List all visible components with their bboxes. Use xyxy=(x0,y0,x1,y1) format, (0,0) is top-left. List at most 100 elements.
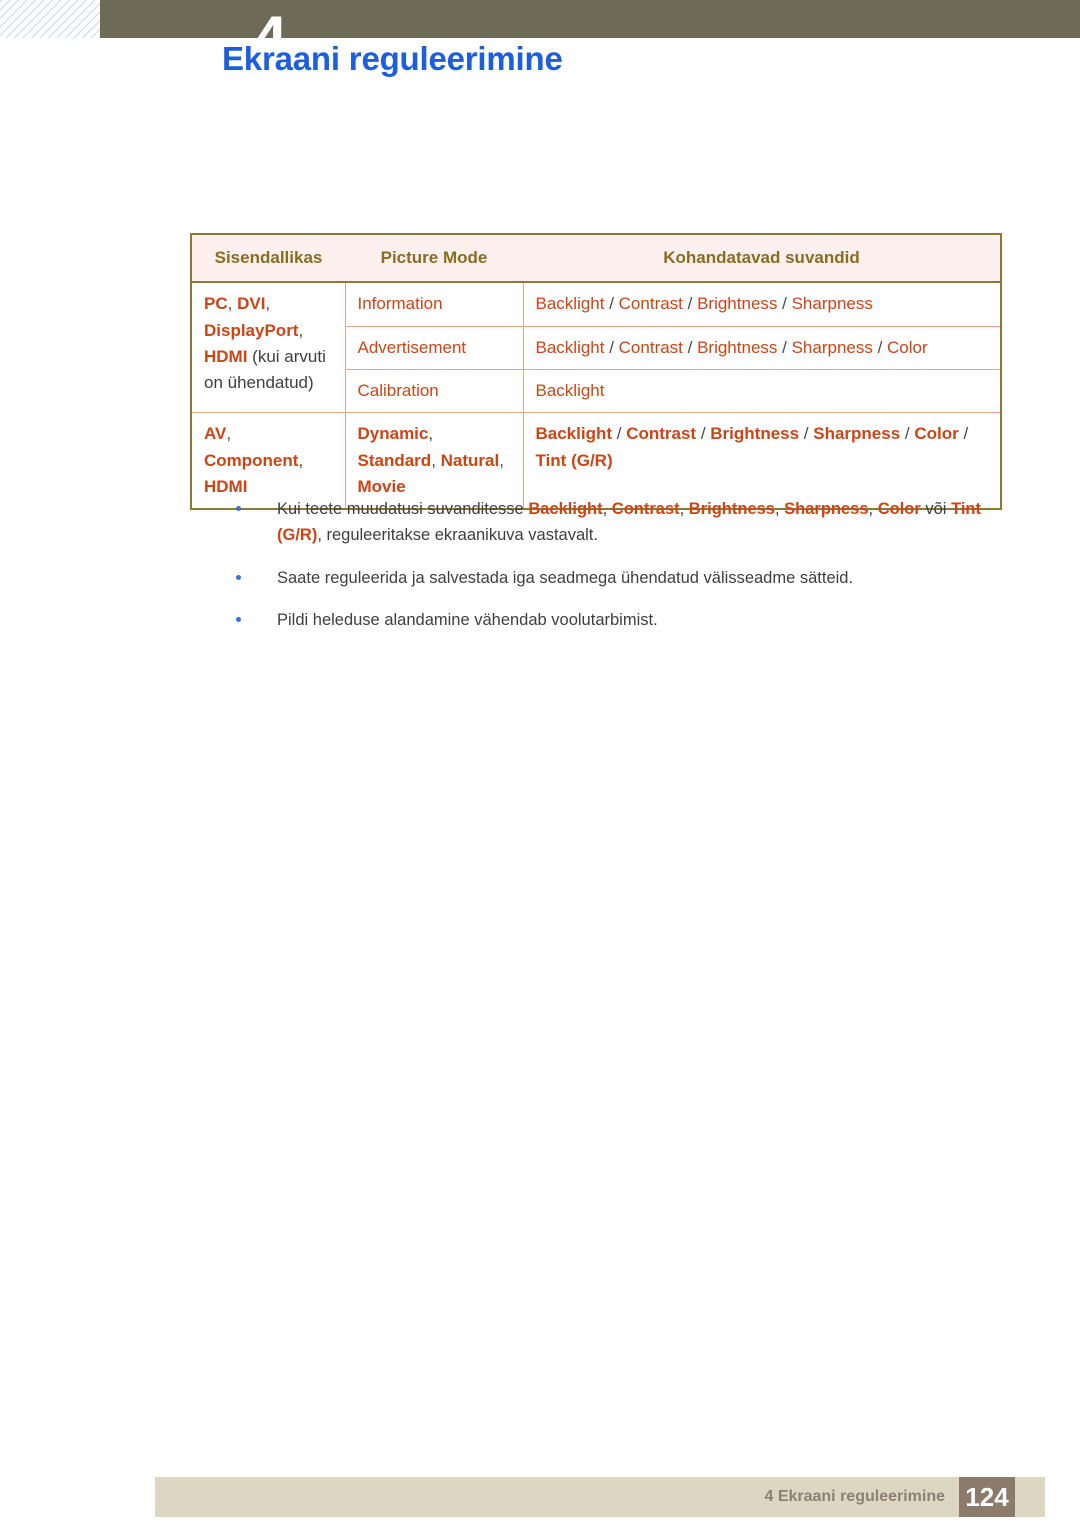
picture-mode-run: Natural xyxy=(440,450,500,470)
note-run: Backlight xyxy=(528,500,603,518)
note-run: , xyxy=(868,500,878,518)
cell-picture-mode: Information xyxy=(345,282,524,327)
input-source-run: , xyxy=(298,450,304,470)
cell-adjustable-options: Backlight / Contrast / Brightness / Shar… xyxy=(523,282,1001,327)
note-run: või xyxy=(920,500,952,518)
input-source-run: , xyxy=(265,294,271,314)
cell-picture-mode: Dynamic, Standard, Natural, Movie xyxy=(345,412,524,510)
chapter-header-band: 4 xyxy=(100,0,1080,38)
note-text: Saate reguleerida ja salvestada iga sead… xyxy=(277,565,1002,591)
picture-mode-run: , xyxy=(499,450,504,470)
note-run: Pildi heleduse alandamine vähendab voolu… xyxy=(277,611,658,630)
adjustable-option-run: Color xyxy=(914,424,959,444)
adjustable-option-run: / xyxy=(604,294,619,314)
cell-input-source: PC, DVI, DisplayPort, HDMI (kui arvuti on ü… xyxy=(191,282,346,414)
footer-band: 4 Ekraani reguleerimine 124 xyxy=(155,1477,1045,1517)
note-run: Contrast xyxy=(611,500,680,518)
bullet-dot-icon xyxy=(236,574,241,580)
chapter-number-text: 4 xyxy=(240,8,300,39)
input-source-run: DVI xyxy=(237,294,266,314)
note-run: Kui teete muudatusi suvanditesse xyxy=(277,500,529,518)
adjustable-option-run: Contrast xyxy=(618,337,683,357)
footer-chapter-label: 4 Ekraani reguleerimine xyxy=(764,1488,945,1505)
adjustable-option-run: Sharpness xyxy=(791,337,873,357)
picture-mode-run: Movie xyxy=(357,477,406,497)
note-run: Brightness xyxy=(688,500,775,518)
note-item: Saate reguleerida ja salvestada iga sead… xyxy=(236,565,1002,591)
adjustable-option-run: / xyxy=(799,424,814,444)
adjustable-option-run: Contrast xyxy=(626,424,697,444)
input-source-run: PC xyxy=(204,294,228,314)
input-source-run: HDMI xyxy=(204,477,248,497)
picture-mode-run: Advertisement xyxy=(357,337,467,357)
adjustable-option-run: / xyxy=(604,337,619,357)
picture-mode-options-table: Sisendallikas Picture Mode Kohandatavad … xyxy=(190,233,1002,511)
input-source-run: DisplayPort xyxy=(204,320,299,340)
adjustable-option-run: Backlight xyxy=(535,424,613,444)
table-body: PC, DVI, DisplayPort, HDMI (kui arvuti on ü… xyxy=(191,282,1001,510)
input-source-run: , xyxy=(298,320,304,340)
adjustable-option-run: / xyxy=(612,424,627,444)
chapter-number: 4 xyxy=(240,0,300,39)
bullet-dot-icon xyxy=(236,617,241,623)
table-row: AV, Component, HDMI Dynamic, Standard, Natu… xyxy=(191,412,1001,510)
cell-picture-mode: Advertisement xyxy=(345,326,524,371)
adjustable-option-run: Brightness xyxy=(710,424,800,444)
input-source-run: , xyxy=(226,424,232,444)
adjustable-option-run: Color xyxy=(887,337,928,357)
adjustable-option-run: / xyxy=(777,337,792,357)
decorative-hatch-pattern xyxy=(0,0,100,38)
adjustable-option-run: / xyxy=(682,337,698,357)
adjustable-option-run: Contrast xyxy=(618,294,683,314)
picture-mode-run: Dynamic xyxy=(357,424,429,444)
picture-mode-run: , xyxy=(428,424,434,444)
adjustable-option-run: / xyxy=(682,294,698,314)
note-run: , xyxy=(774,500,785,518)
column-header-picture-mode: Picture Mode xyxy=(345,234,523,284)
input-source-run: HDMI xyxy=(204,347,248,367)
table-header-row: Sisendallikas Picture Mode Kohandatavad … xyxy=(191,234,1001,284)
adjustable-option-run: Sharpness xyxy=(813,424,901,444)
picture-mode-run: Information xyxy=(357,294,443,314)
page-title: Ekraani reguleerimine xyxy=(222,40,563,77)
note-text: Kui teete muudatusi suvanditesse Backlig… xyxy=(277,496,1002,549)
column-header-adjustable-options: Kohandatavad suvandid xyxy=(523,234,1001,284)
cell-adjustable-options: Backlight / Contrast / Brightness / Shar… xyxy=(523,412,1001,510)
picture-mode-run: , xyxy=(431,450,441,470)
input-source-run: , xyxy=(227,294,238,314)
picture-mode-run: Calibration xyxy=(357,381,439,401)
adjustable-option-run: Sharpness xyxy=(791,294,873,314)
adjustable-option-run: Backlight xyxy=(535,337,605,357)
note-item: Pildi heleduse alandamine vähendab voolu… xyxy=(236,607,1002,633)
note-text: Pildi heleduse alandamine vähendab voolu… xyxy=(277,607,1002,633)
adjustable-option-run: / xyxy=(777,294,792,314)
table-row: PC, DVI, DisplayPort, HDMI (kui arvuti on ü… xyxy=(191,282,1001,414)
picture-mode-run: Standard xyxy=(357,450,432,470)
cell-picture-mode: Calibration xyxy=(345,369,524,414)
note-run: , xyxy=(679,500,689,518)
adjustable-option-run: Tint (G/R) xyxy=(535,450,613,470)
notes-list: Kui teete muudatusi suvanditesse Backlig… xyxy=(236,496,1002,650)
input-source-run: (kui arvuti xyxy=(247,347,326,367)
cell-adjustable-options: Backlight xyxy=(523,369,1001,414)
note-item: Kui teete muudatusi suvanditesse Backlig… xyxy=(236,496,1002,549)
bullet-dot-icon xyxy=(236,506,241,511)
input-source-run: Component xyxy=(204,450,299,470)
input-source-run: AV xyxy=(204,424,227,444)
note-run: Color xyxy=(877,500,921,518)
adjustable-option-run: / xyxy=(872,337,888,357)
note-run: Sharpness xyxy=(784,500,869,518)
cell-adjustable-options: Backlight / Contrast / Brightness / Shar… xyxy=(523,326,1001,371)
note-run: , reguleeritakse ekraanikuva vastavalt. xyxy=(317,526,598,545)
adjustable-option-run: Backlight xyxy=(535,294,605,314)
table-header: Sisendallikas Picture Mode Kohandatavad … xyxy=(191,234,1001,284)
adjustable-option-run: Backlight xyxy=(535,381,605,401)
adjustable-option-run: Brightness xyxy=(697,337,778,357)
cell-input-source: AV, Component, HDMI xyxy=(191,412,346,510)
footer-content: 4 Ekraani reguleerimine 124 xyxy=(764,1477,1045,1517)
footer-page-number: 124 xyxy=(959,1477,1015,1517)
note-run: , xyxy=(602,500,612,518)
adjustable-option-run: / xyxy=(696,424,711,444)
note-run: Saate reguleerida ja salvestada iga sead… xyxy=(277,568,854,587)
adjustable-option-run: / xyxy=(958,424,969,444)
